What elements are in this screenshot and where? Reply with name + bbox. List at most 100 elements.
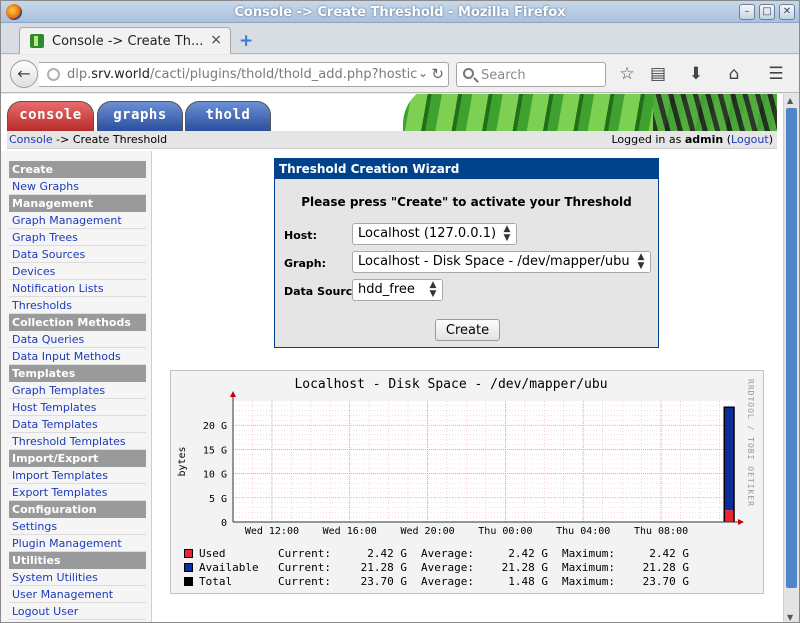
search-icon [463, 68, 474, 79]
breadcrumb-console-link[interactable]: Console [9, 133, 53, 146]
url-text[interactable]: dlp.srv.world/cacti/plugins/thold/thold_… [67, 67, 419, 82]
tab-title: Console -> Create Th... [52, 34, 204, 49]
vertical-scrollbar[interactable]: ▲ ▼ [783, 94, 799, 622]
x-tick-label: Thu 04:00 [556, 526, 610, 537]
host-select[interactable]: Localhost (127.0.0.1) ▲ ▼ [352, 223, 517, 245]
url-bar[interactable]: dlp.srv.world/cacti/plugins/thold/thold_… [39, 62, 449, 87]
used-area [724, 510, 734, 522]
create-button[interactable]: Create [435, 319, 500, 341]
legend-current-label: Current: [278, 561, 331, 574]
data-source-select[interactable]: hdd_free ▲ ▼ [352, 279, 443, 301]
host-label: Host: [284, 229, 317, 242]
sidebar-item-logout-user[interactable]: Logout User [9, 603, 146, 620]
legend-current-value: 21.28 G [360, 561, 407, 574]
sidebar-item-data-templates[interactable]: Data Templates [9, 416, 146, 433]
sidebar-item-graph-templates[interactable]: Graph Templates [9, 382, 146, 399]
tab-console[interactable]: Console -> Create Th... × [19, 27, 231, 54]
legend-maximum-label: Maximum: [562, 575, 615, 588]
sidebar-item-notification-lists[interactable]: Notification Lists [9, 280, 146, 297]
minimize-icon[interactable]: – [739, 4, 755, 20]
logout-link[interactable]: Logout [731, 133, 769, 146]
new-tab-icon[interactable]: + [239, 31, 253, 51]
home-icon[interactable]: ⌂ [724, 64, 744, 84]
x-tick-label: Wed 12:00 [245, 526, 299, 537]
legend-series-name: Used [199, 547, 226, 560]
legend-maximum-value: 23.70 G [642, 575, 689, 588]
graph-label: Graph: [284, 257, 326, 270]
sidebar-item-system-utilities[interactable]: System Utilities [9, 569, 146, 586]
threshold-wizard: Threshold Creation Wizard Please press "… [274, 158, 659, 348]
tab-thold-nav[interactable]: thold [185, 101, 271, 131]
legend-swatch-icon [184, 549, 193, 558]
scroll-down-icon[interactable]: ▼ [787, 613, 793, 622]
y-tick-label: 15 G [203, 445, 227, 456]
maximize-icon[interactable]: □ [759, 4, 775, 20]
dropdown-chevron-icon[interactable]: ⌄ [418, 66, 428, 80]
bookmark-star-icon[interactable]: ☆ [617, 64, 637, 84]
sidebar-item-thresholds[interactable]: Thresholds [9, 297, 146, 314]
legend-current-value: 23.70 G [360, 575, 407, 588]
legend-swatch-icon [184, 577, 193, 586]
legend-series-name: Total [199, 575, 233, 588]
sidebar: Create New Graphs Management Graph Manageme… [1, 151, 152, 622]
scrollbar-thumb[interactable] [786, 108, 797, 588]
x-tick-label: Wed 20:00 [400, 526, 454, 537]
legend-average-value: 21.28 G [501, 561, 548, 574]
sidebar-item-host-templates[interactable]: Host Templates [9, 399, 146, 416]
legend-average-value: 2.42 G [508, 547, 548, 560]
legend-current-label: Current: [278, 547, 331, 560]
select-arrows-icon: ▲ ▼ [632, 252, 650, 272]
wizard-message: Please press "Create" to activate your T… [301, 195, 632, 209]
legend-maximum-label: Maximum: [562, 561, 615, 574]
sidebar-menu: Create New Graphs Management Graph Manageme… [9, 161, 146, 620]
sidebar-item-import-templates[interactable]: Import Templates [9, 467, 146, 484]
breadcrumb-bar: Console -> Create Threshold Logged in as… [7, 131, 777, 149]
legend-current-value: 2.42 G [367, 547, 407, 560]
x-tick-label: Thu 00:00 [478, 526, 532, 537]
tab-console-nav[interactable]: console [7, 101, 94, 131]
sidebar-item-data-queries[interactable]: Data Queries [9, 331, 146, 348]
sidebar-item-new-graphs[interactable]: New Graphs [9, 178, 146, 195]
select-arrows-icon: ▲ ▼ [424, 280, 442, 300]
legend-maximum-value: 21.28 G [642, 561, 689, 574]
scroll-up-icon[interactable]: ▲ [787, 96, 793, 105]
download-icon[interactable]: ⬇ [686, 64, 706, 84]
back-icon[interactable]: ← [10, 60, 38, 88]
legend-average-value: 1.48 G [508, 575, 548, 588]
close-window-icon[interactable]: ✕ [779, 4, 795, 20]
graph-select[interactable]: Localhost - Disk Space - /dev/mapper/ubu… [352, 251, 651, 273]
legend-average-label: Average: [421, 575, 474, 588]
sidebar-item-graph-trees[interactable]: Graph Trees [9, 229, 146, 246]
sidebar-item-data-input-methods[interactable]: Data Input Methods [9, 348, 146, 365]
sidebar-item-graph-management[interactable]: Graph Management [9, 212, 146, 229]
legend-average-label: Average: [421, 561, 474, 574]
menu-icon[interactable]: ☰ [766, 64, 786, 84]
browser-window: Console -> Create Threshold - Mozilla Fi… [0, 0, 800, 623]
reload-icon[interactable]: ↻ [431, 65, 444, 83]
disk-space-graph[interactable]: Localhost - Disk Space - /dev/mapper/ubu… [170, 370, 764, 594]
plot-area [233, 401, 734, 522]
legend-swatch-icon [184, 563, 193, 572]
sidebar-section-header: Utilities [9, 552, 146, 569]
tab-close-icon[interactable]: × [210, 32, 222, 48]
page-viewport: console graphs thold Console -> Create T… [1, 94, 783, 622]
breadcrumb: Console -> Create Threshold [9, 133, 168, 146]
select-arrows-icon: ▲ ▼ [498, 224, 516, 244]
search-box[interactable] [456, 62, 606, 87]
sidebar-item-plugin-management[interactable]: Plugin Management [9, 535, 146, 552]
sidebar-section-header: Import/Export [9, 450, 146, 467]
sidebar-item-devices[interactable]: Devices [9, 263, 146, 280]
sidebar-item-data-sources[interactable]: Data Sources [9, 246, 146, 263]
cacti-header: console graphs thold [7, 94, 783, 131]
tab-graphs-nav[interactable]: graphs [97, 101, 183, 131]
sidebar-item-user-management[interactable]: User Management [9, 586, 146, 603]
login-status: Logged in as admin (Logout) [611, 133, 773, 146]
sidebar-item-export-templates[interactable]: Export Templates [9, 484, 146, 501]
window-title: Console -> Create Threshold - Mozilla Fi… [234, 5, 566, 20]
reading-list-icon[interactable]: ▤ [648, 64, 668, 84]
search-input[interactable] [481, 66, 599, 84]
legend-maximum-value: 2.42 G [649, 547, 689, 560]
sidebar-item-settings[interactable]: Settings [9, 518, 146, 535]
title-bar: Console -> Create Threshold - Mozilla Fi… [1, 1, 799, 23]
sidebar-item-threshold-templates[interactable]: Threshold Templates [9, 433, 146, 450]
